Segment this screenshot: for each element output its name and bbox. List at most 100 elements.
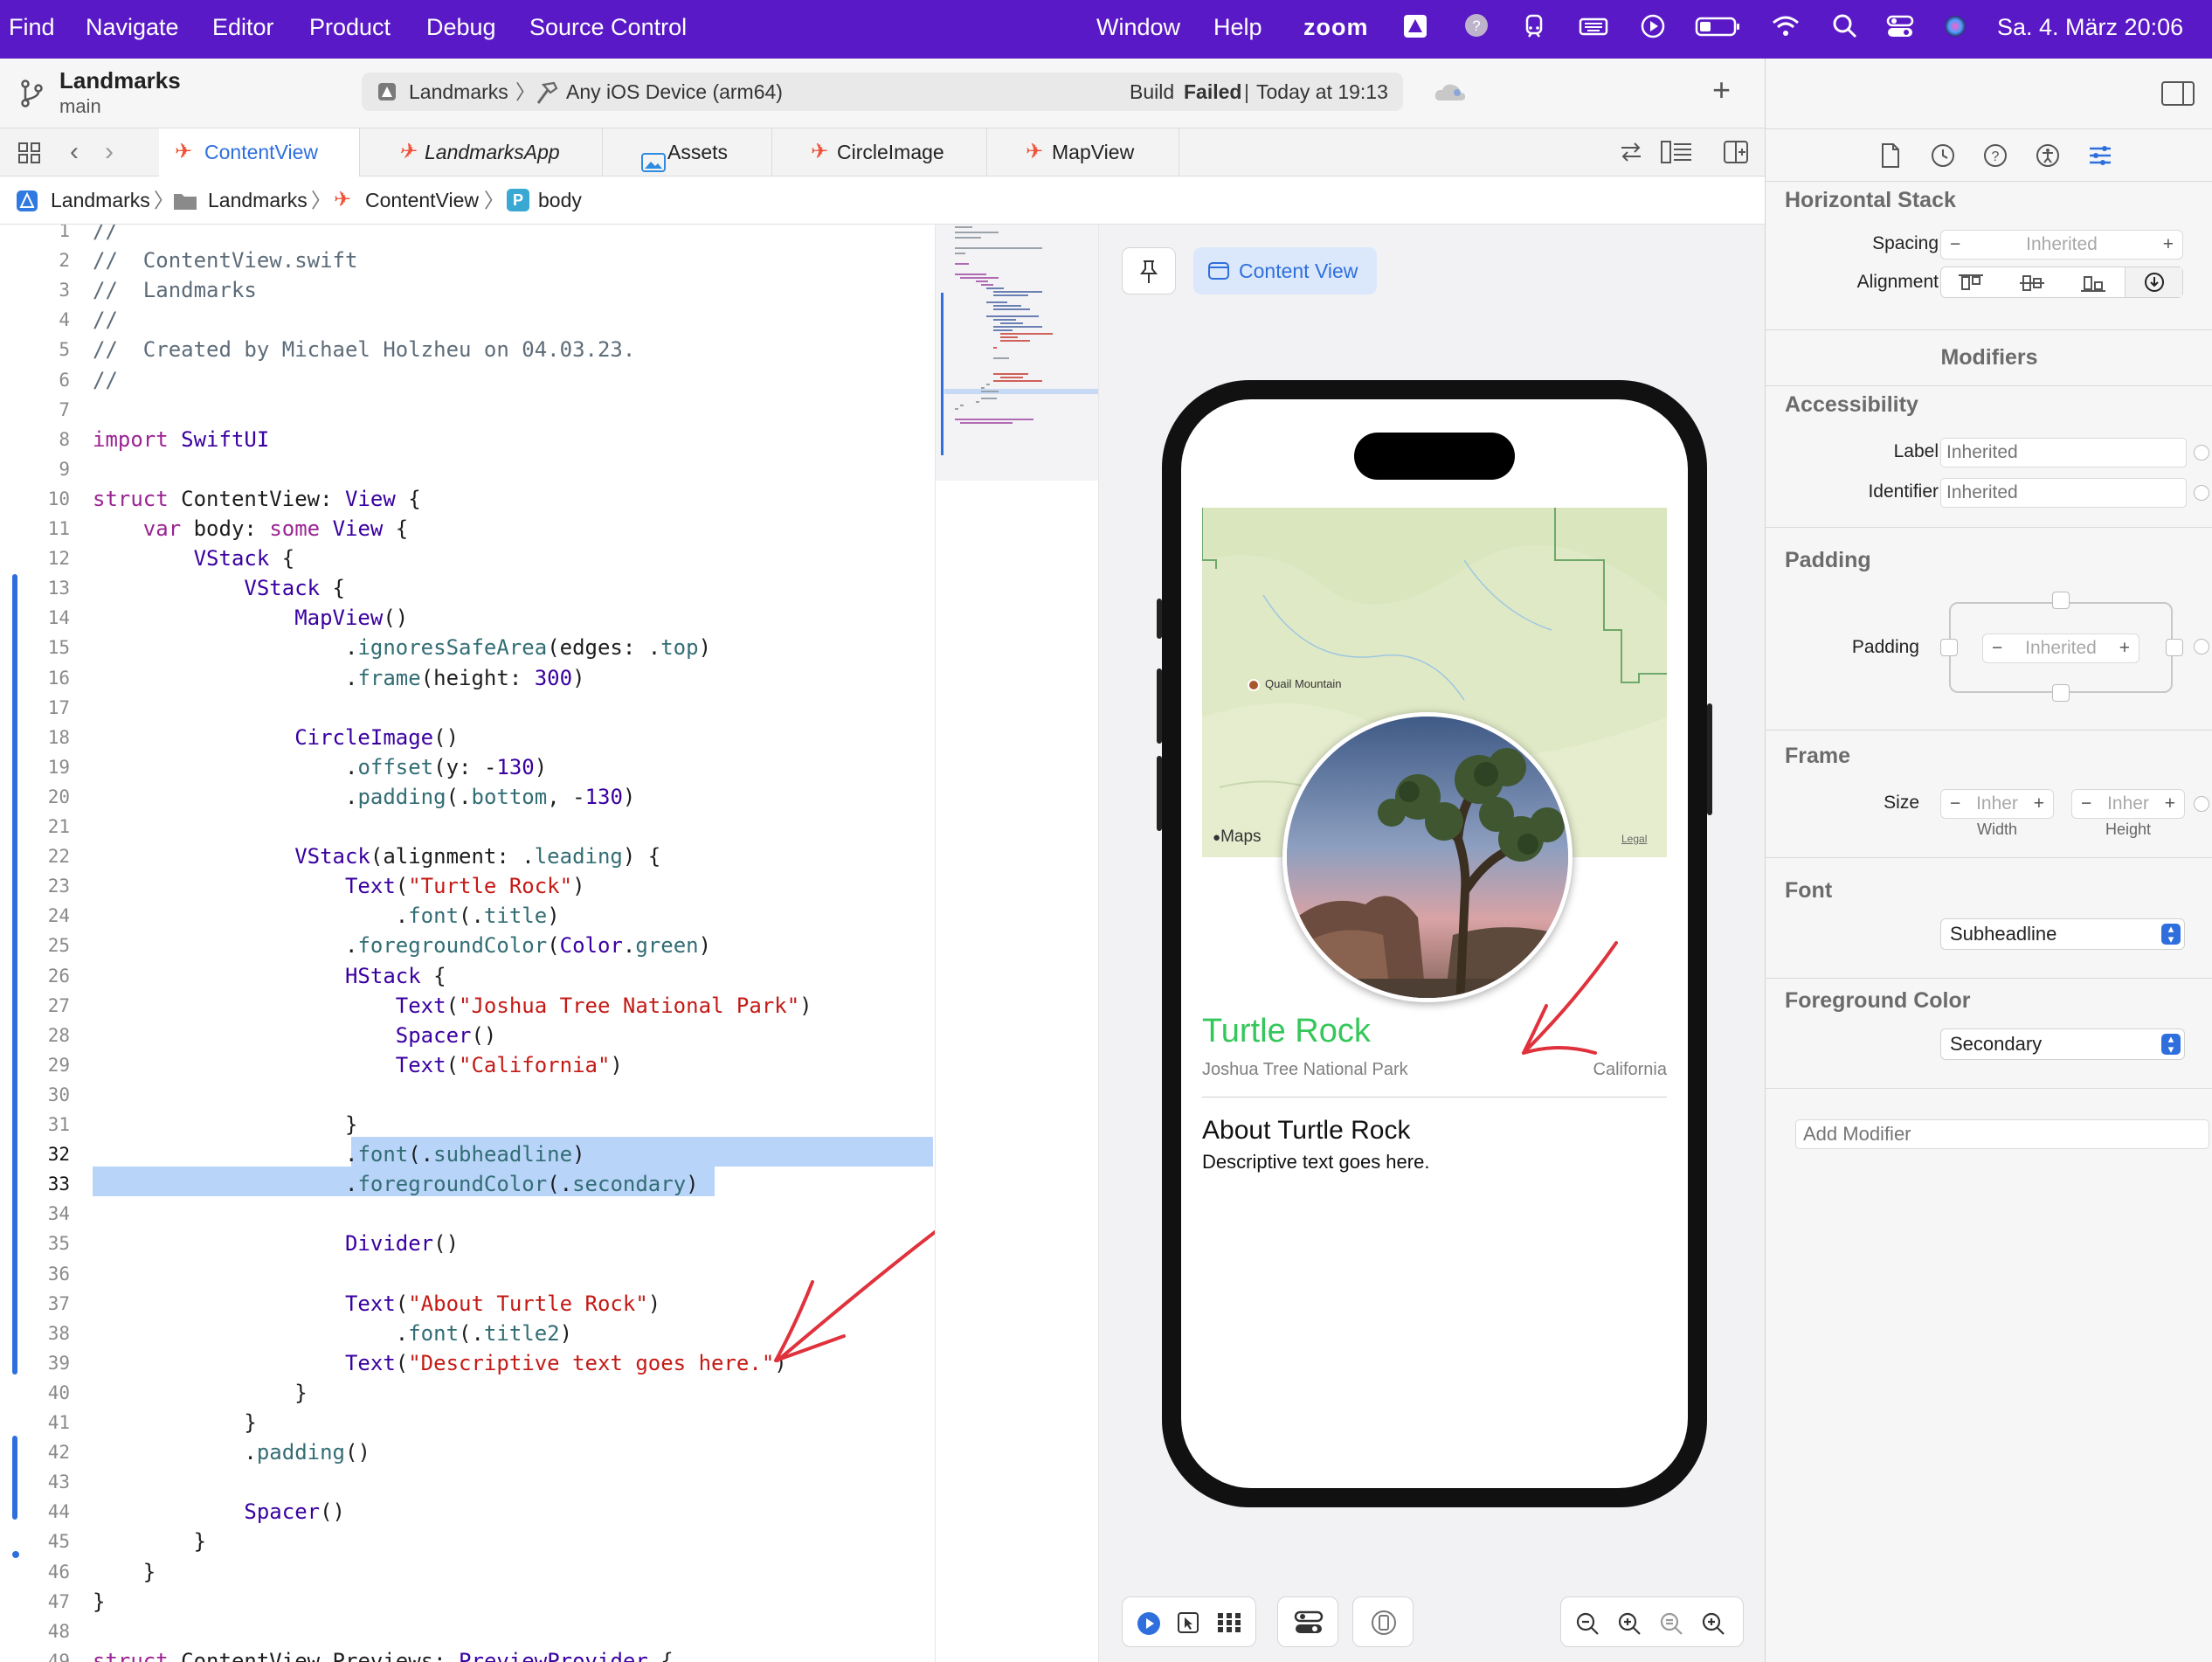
zoom-out-icon[interactable] xyxy=(1575,1611,1600,1640)
code-line[interactable]: 20 .padding(.bottom, -130) xyxy=(0,782,935,812)
font-popup[interactable]: Subheadline ▴ ▾ xyxy=(1940,918,2185,950)
tab-contentview[interactable]: ✈ ContentView xyxy=(159,128,360,177)
poi-icon[interactable] xyxy=(1248,679,1260,691)
zoom-actual-icon[interactable] xyxy=(1659,1611,1683,1640)
foreground-color-popup[interactable]: Secondary ▴ ▾ xyxy=(1940,1028,2185,1060)
selectable-icon[interactable] xyxy=(1177,1611,1199,1638)
code-line[interactable]: 2 // ContentView.swift xyxy=(0,246,935,275)
code-line[interactable]: 15 .ignoresSafeArea(edges: .top) xyxy=(0,633,935,662)
minimap[interactable] xyxy=(935,225,1099,1662)
code-line[interactable]: 40 } xyxy=(0,1378,935,1408)
cloud-icon[interactable] xyxy=(1433,80,1468,108)
code-line[interactable]: 21 xyxy=(0,812,935,841)
history-inspector-icon[interactable] xyxy=(1930,142,1956,173)
code-line[interactable]: 46 } xyxy=(0,1557,935,1587)
map-legal-link[interactable]: Legal xyxy=(1621,833,1647,845)
minus-icon[interactable]: − xyxy=(1950,790,1960,818)
branch-name[interactable]: main xyxy=(59,95,101,118)
code-line[interactable]: 13 VStack { xyxy=(0,573,935,603)
tab-circleimage[interactable]: ✈ CircleImage xyxy=(772,128,987,177)
code-line[interactable]: 22 VStack(alignment: .leading) { xyxy=(0,841,935,871)
code-line[interactable]: 26 HStack { xyxy=(0,961,935,991)
forward-icon[interactable]: › xyxy=(105,137,114,167)
a11y-identifier-radio[interactable] xyxy=(2194,485,2209,501)
menu-help[interactable]: Help xyxy=(1213,0,1262,54)
grid-icon[interactable] xyxy=(17,141,42,170)
code-line[interactable]: 7 xyxy=(0,395,935,425)
live-preview-icon[interactable] xyxy=(1137,1611,1161,1640)
destination-name[interactable]: Any iOS Device (arm64) xyxy=(566,73,783,111)
split-editor-icon[interactable] xyxy=(1723,139,1749,170)
a11y-label-field[interactable] xyxy=(1940,438,2187,467)
drive-icon[interactable] xyxy=(1401,12,1429,40)
search-icon[interactable] xyxy=(1831,12,1859,40)
code-line[interactable]: 9 xyxy=(0,454,935,484)
help-bubble-icon[interactable]: ? xyxy=(1462,12,1490,40)
code-line[interactable]: 10 struct ContentView: View { xyxy=(0,484,935,514)
code-line[interactable]: 14 MapView() xyxy=(0,603,935,633)
code-line[interactable]: 42 .padding() xyxy=(0,1437,935,1467)
menu-product[interactable]: Product xyxy=(309,0,391,54)
device-screen[interactable]: Quail Mountain ●Maps Legal Turtle Rock J… xyxy=(1181,399,1688,1488)
inspector-toggle-icon[interactable] xyxy=(2160,80,2195,112)
align-baseline-segment[interactable] xyxy=(2125,267,2182,297)
device-button[interactable] xyxy=(1352,1596,1414,1647)
padding-top-checkbox[interactable] xyxy=(2052,592,2070,609)
project-name[interactable]: Landmarks xyxy=(59,67,181,94)
tab-mapview[interactable]: ✈ MapView xyxy=(987,128,1179,177)
attributes-inspector-icon[interactable] xyxy=(2087,142,2113,173)
width-stepper[interactable]: − Inher + xyxy=(1940,789,2054,819)
swap-icon[interactable] xyxy=(1618,139,1644,170)
align-top-icon[interactable] xyxy=(1957,273,1985,298)
align-bottom-icon[interactable] xyxy=(2079,273,2107,298)
spacing-stepper[interactable]: − Inherited + xyxy=(1940,230,2183,260)
keyboard-icon[interactable] xyxy=(1578,12,1609,40)
siri-icon[interactable] xyxy=(1941,12,1969,40)
code-line[interactable]: 18 CircleImage() xyxy=(0,723,935,752)
minus-icon[interactable]: − xyxy=(2081,790,2091,818)
menu-zoom[interactable]: zoom xyxy=(1303,0,1369,54)
wifi-icon[interactable] xyxy=(1770,12,1801,40)
code-line[interactable]: 8 import SwiftUI xyxy=(0,425,935,454)
padding-leading-checkbox[interactable] xyxy=(1940,639,1958,656)
add-icon[interactable]: + xyxy=(1712,74,1731,106)
code-line[interactable]: 1 // xyxy=(0,225,935,246)
breadcrumb-symbol[interactable]: body xyxy=(538,177,582,225)
alignment-segmented-control[interactable] xyxy=(1940,267,2183,298)
zoom-fit-icon[interactable] xyxy=(1617,1611,1642,1640)
add-modifier-field[interactable] xyxy=(1795,1119,2209,1149)
tab-landmarksapp[interactable]: ✈ LandmarksApp xyxy=(360,128,603,177)
menu-find[interactable]: Find xyxy=(9,0,55,54)
file-inspector-icon[interactable] xyxy=(1879,142,1902,173)
code-line[interactable]: 49 struct ContentView_Previews: PreviewPr… xyxy=(0,1646,935,1662)
menu-source-control[interactable]: Source Control xyxy=(529,0,687,54)
branch-icon[interactable] xyxy=(17,78,45,114)
code-line[interactable]: 45 } xyxy=(0,1527,935,1556)
plus-icon[interactable]: + xyxy=(2165,790,2175,818)
a11y-label-radio[interactable] xyxy=(2194,445,2209,461)
device-settings-button[interactable] xyxy=(1277,1596,1338,1647)
battery-icon[interactable] xyxy=(1695,12,1742,40)
code-line[interactable]: 5 // Created by Michael Holzheu on 04.03.… xyxy=(0,335,935,364)
preview-canvas[interactable]: Content View Quail Mountain ●Maps Legal … xyxy=(1099,225,1765,1662)
code-line[interactable]: 24 .font(.title) xyxy=(0,901,935,931)
help-inspector-icon[interactable]: ? xyxy=(1982,142,2008,173)
frame-radio[interactable] xyxy=(2194,796,2209,812)
breadcrumb-file[interactable]: ContentView xyxy=(365,177,479,225)
height-stepper[interactable]: − Inher + xyxy=(2071,789,2185,819)
menu-datetime[interactable]: Sa. 4. März 20:06 xyxy=(1997,0,2183,54)
code-line[interactable]: 23 Text("Turtle Rock") xyxy=(0,871,935,901)
pin-button[interactable] xyxy=(1122,247,1176,294)
plus-icon[interactable]: + xyxy=(2163,231,2174,259)
content-view-button[interactable]: Content View xyxy=(1193,247,1377,294)
code-line[interactable]: 41 } xyxy=(0,1408,935,1437)
breadcrumb-project[interactable]: Landmarks xyxy=(51,177,150,225)
menu-navigate[interactable]: Navigate xyxy=(86,0,179,54)
zoom-in-icon[interactable] xyxy=(1701,1611,1725,1640)
menu-debug[interactable]: Debug xyxy=(426,0,496,54)
activity-view[interactable]: Landmarks 〉 Any iOS Device (arm64) Build… xyxy=(362,73,1403,111)
minus-icon[interactable]: − xyxy=(1992,634,2002,662)
back-icon[interactable]: ‹ xyxy=(70,137,79,167)
map-place-label[interactable]: Quail Mountain xyxy=(1265,677,1341,690)
code-line[interactable]: 16 .frame(height: 300) xyxy=(0,663,935,693)
